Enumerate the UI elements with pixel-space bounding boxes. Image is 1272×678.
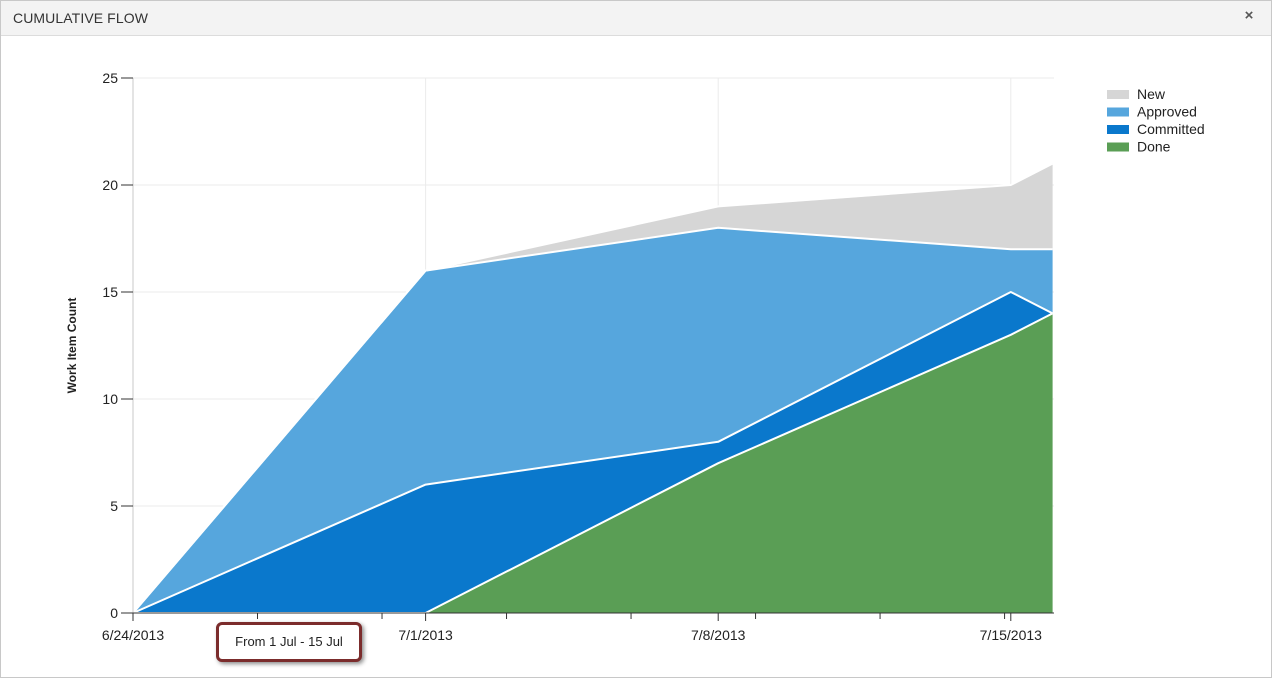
chart-areas	[132, 162, 1054, 614]
y-tick-label: 5	[110, 498, 118, 514]
chart-legend: New ApprovedCommitted Done	[1107, 86, 1205, 155]
legend-swatch-approved	[1107, 107, 1129, 117]
y-axis-label: Work Item Count	[65, 298, 79, 394]
x-tick-label: 7/1/2013	[398, 627, 453, 643]
y-tick-label: 10	[102, 391, 118, 407]
legend-swatch-new	[1107, 90, 1129, 99]
cumulative-flow-chart: 0 5 10 15 20 25 6/24/2013 7/1/2013 7/8/2013 7/15/…	[65, 70, 1205, 643]
legend-swatch-done	[1107, 142, 1129, 152]
x-tick-label: 7/15/2013	[980, 627, 1042, 643]
y-tick-label: 0	[110, 605, 118, 621]
legend-label-committed: Committed	[1137, 121, 1205, 137]
x-tick-label: 7/8/2013	[691, 627, 746, 643]
y-tick-label: 25	[102, 70, 118, 86]
legend-label-new: New	[1137, 86, 1166, 102]
legend-swatch-committed	[1107, 125, 1129, 134]
date-range-label[interactable]: From 1 Jul - 15 Jul	[216, 622, 362, 662]
legend-label-approved: Approved	[1137, 104, 1197, 120]
window-title: CUMULATIVE FLOW	[13, 10, 149, 26]
y-tick-label: 20	[102, 177, 118, 193]
legend-label-done: Done	[1137, 139, 1171, 155]
title-bar: CUMULATIVE FLOW ×	[1, 1, 1271, 36]
y-tick-label: 15	[102, 284, 118, 300]
close-icon[interactable]: ×	[1241, 8, 1257, 24]
x-tick-label: 6/24/2013	[102, 627, 164, 643]
